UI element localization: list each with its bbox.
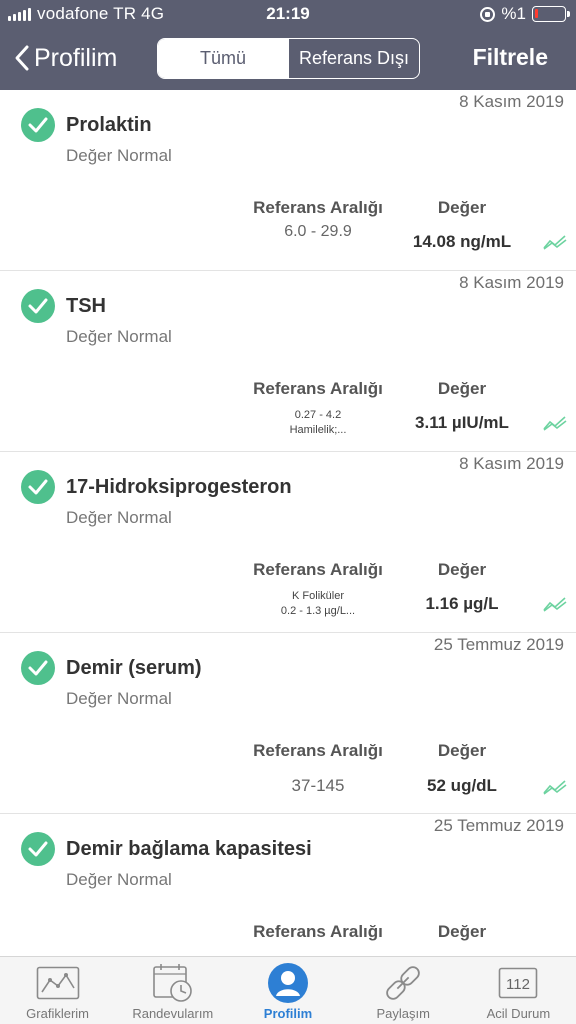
status-right: %1	[480, 4, 570, 24]
tab-label: Paylaşım	[376, 1006, 430, 1021]
tab-charts[interactable]: Grafiklerim	[0, 957, 115, 1024]
value-header: Değer	[437, 198, 487, 217]
result-status: Değer Normal	[66, 327, 172, 346]
reference-range: 6.0 - 29.9	[284, 223, 352, 240]
link-icon	[381, 963, 425, 1003]
value-header: Değer	[437, 379, 487, 398]
result-value: 1.16 µg/L	[425, 594, 499, 613]
status-bar: vodafone TR 4G 21:19 %1	[0, 0, 576, 30]
emergency-112-icon: 112	[498, 963, 538, 1003]
trend-chart-icon[interactable]	[543, 415, 567, 431]
result-date: 8 Kasım 2019	[459, 454, 564, 473]
tab-emergency[interactable]: 112 Acil Durum	[461, 957, 576, 1024]
result-date: 8 Kasım 2019	[459, 273, 564, 292]
result-name: Demir (serum)	[66, 657, 202, 679]
result-status: Değer Normal	[66, 508, 172, 527]
result-date: 8 Kasım 2019	[459, 92, 564, 111]
navigation-header: vodafone TR 4G 21:19 %1 Profilim Tümü Re…	[0, 0, 576, 90]
reference-header: Referans Aralığı	[253, 922, 383, 941]
battery-icon	[532, 6, 570, 22]
trend-chart-icon[interactable]	[543, 596, 567, 612]
result-date: 25 Temmuz 2019	[433, 816, 564, 835]
reference-range-line: 0.2 - 1.3 µg/L...	[280, 605, 356, 617]
result-item[interactable]: 8 Kasım 2019 17-Hidroksiprogesteron Değe…	[0, 452, 576, 633]
reference-header: Referans Aralığı	[253, 379, 383, 398]
chevron-left-icon	[15, 45, 29, 71]
result-value: 14.08 ng/mL	[412, 232, 512, 251]
reference-header: Referans Aralığı	[253, 198, 383, 217]
reference-header: Referans Aralığı	[253, 560, 383, 579]
check-icon	[21, 470, 55, 504]
reference-range-line: 0.27 - 4.2	[294, 409, 342, 421]
chart-icon	[36, 963, 80, 1003]
result-item[interactable]: 25 Temmuz 2019 Demir bağlama kapasitesi …	[0, 814, 576, 956]
reference-range-line: K Foliküler	[292, 590, 344, 602]
result-item[interactable]: 8 Kasım 2019 Prolaktin Değer Normal Refe…	[0, 90, 576, 271]
segmented-control: Tümü Referans Dışı	[157, 38, 420, 79]
check-icon	[21, 108, 55, 142]
value-header: Değer	[437, 922, 487, 941]
result-name: 17-Hidroksiprogesteron	[66, 476, 292, 498]
tab-label: Profilim	[263, 1006, 313, 1021]
trend-chart-icon[interactable]	[543, 234, 567, 250]
tab-sharing[interactable]: Paylaşım	[346, 957, 461, 1024]
tab-label: Grafiklerim	[26, 1006, 90, 1021]
segment-all[interactable]: Tümü	[158, 39, 288, 78]
result-name: Demir bağlama kapasitesi	[66, 838, 312, 860]
tab-label: Randevularım	[132, 1006, 214, 1021]
tab-label: Acil Durum	[486, 1006, 551, 1021]
check-icon	[21, 832, 55, 866]
profile-icon	[267, 963, 309, 1003]
result-name: Prolaktin	[66, 114, 152, 136]
filter-button[interactable]: Filtrele	[473, 44, 548, 71]
battery-percentage: %1	[501, 4, 526, 23]
result-date: 25 Temmuz 2019	[433, 635, 564, 654]
result-status: Değer Normal	[66, 689, 172, 708]
trend-chart-icon[interactable]	[543, 779, 567, 795]
result-item[interactable]: 8 Kasım 2019 TSH Değer Normal Referans A…	[0, 271, 576, 452]
result-value: 52 ug/dL	[427, 776, 497, 795]
value-header: Değer	[437, 741, 487, 760]
rotation-lock-icon	[480, 6, 496, 22]
result-status: Değer Normal	[66, 146, 172, 165]
result-item[interactable]: 25 Temmuz 2019 Demir (serum) Değer Norma…	[0, 633, 576, 814]
reference-header: Referans Aralığı	[253, 741, 383, 760]
reference-range: 37-145	[291, 776, 345, 795]
tab-profile[interactable]: Profilim	[230, 957, 345, 1024]
back-label: Profilim	[34, 43, 118, 72]
result-value: 3.11 µIU/mL	[415, 413, 509, 432]
back-button[interactable]: Profilim	[14, 40, 117, 76]
emergency-badge: 112	[506, 976, 530, 993]
check-icon	[21, 289, 55, 323]
reference-range-line: Hamilelik;...	[289, 424, 347, 436]
check-icon	[21, 651, 55, 685]
value-header: Değer	[437, 560, 487, 579]
results-list: 8 Kasım 2019 Prolaktin Değer Normal Refe…	[0, 90, 576, 956]
tab-bar: Grafiklerim Randevularım Profilim Paylaş…	[0, 956, 576, 1024]
result-name: TSH	[66, 295, 106, 317]
segment-out-of-range[interactable]: Referans Dışı	[288, 39, 419, 78]
calendar-clock-icon	[151, 963, 195, 1003]
result-status: Değer Normal	[66, 870, 172, 889]
tab-appointments[interactable]: Randevularım	[115, 957, 230, 1024]
